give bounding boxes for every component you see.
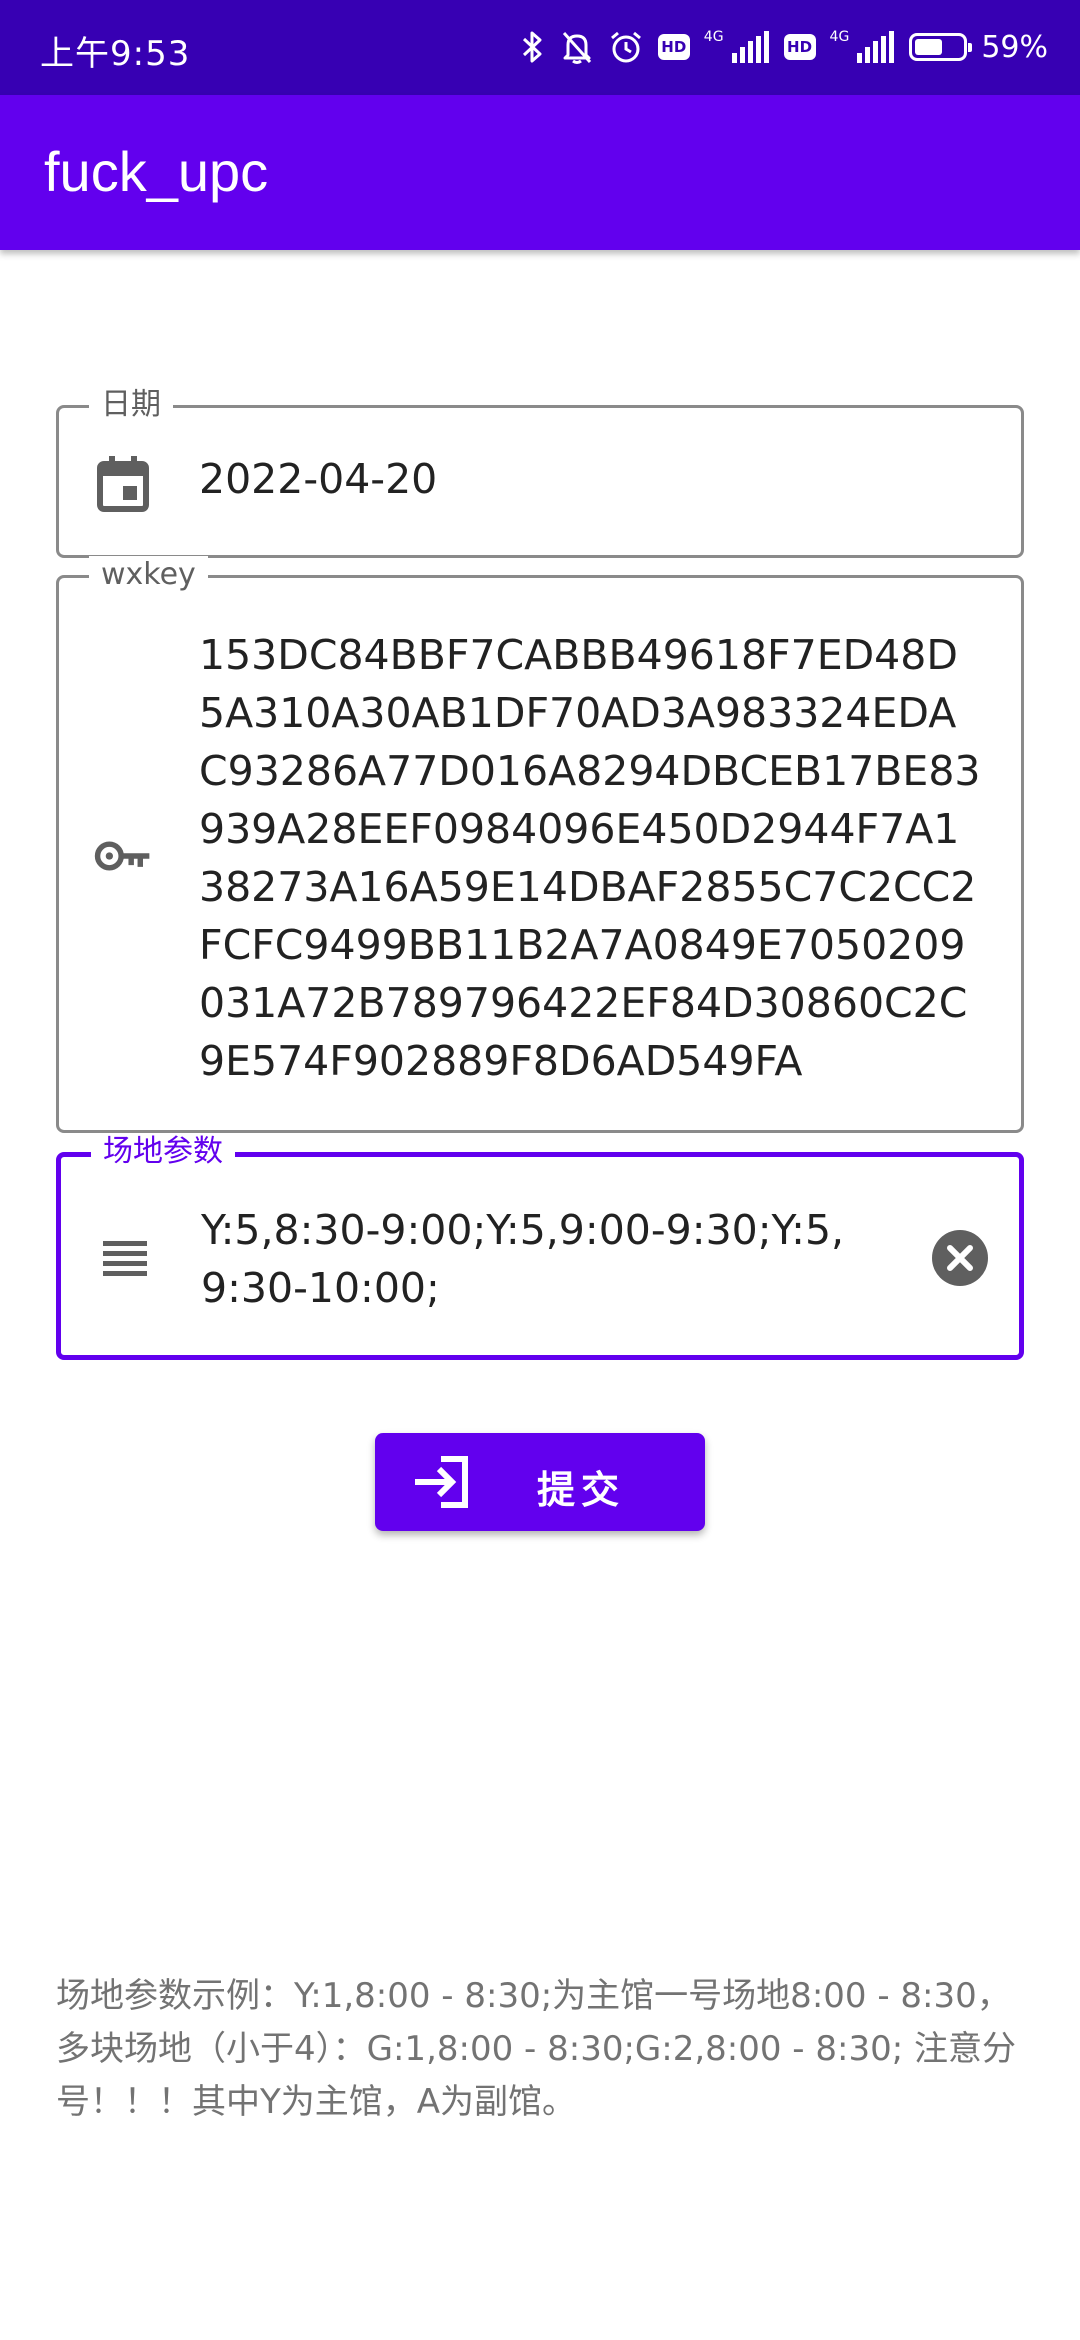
bluetooth-icon [520,29,546,65]
venue-field[interactable]: 场地参数 Y:5,8:30-9:00;Y:5,9:00-9:30;Y:5,9:3… [56,1133,1024,1360]
signal-icon [855,31,895,63]
wxkey-field-label: wxkey [89,556,208,594]
wxkey-input[interactable]: 153DC84BBF7CABBB49618F7ED48D5A310A30AB1D… [199,626,981,1090]
battery-fill [915,39,943,55]
hint-text: 场地参数示例：Y:1,8:00 - 8:30;为主馆一号场地8:00 - 8:3… [56,1976,1017,2122]
status-icons: HD 4G HD 4G 59% [520,22,1048,72]
venue-input[interactable]: Y:5,8:30-9:00;Y:5,9:00-9:30;Y:5,9:30-10:… [201,1201,879,1317]
battery-percent: 59% [981,29,1048,65]
submit-label: 提交 [537,1468,626,1512]
alarm-icon [608,29,644,65]
network-label: 4G [703,29,724,45]
app-title: fuck_upc [44,140,269,203]
date-input[interactable]: 2022-04-20 [199,450,981,508]
login-arrow-icon [411,1455,471,1513]
key-icon [93,826,153,886]
battery-icon [909,33,973,61]
calendar-icon [93,454,153,514]
mute-bell-icon [560,29,594,65]
app-bar: fuck_upc [0,95,1080,250]
list-icon [95,1229,155,1289]
hd-badge: HD [783,34,816,60]
network-label: 4G [829,29,850,45]
status-time: 上午9:53 [40,34,191,74]
hd-badge: HD [657,34,690,60]
venue-field-label: 场地参数 [91,1133,235,1171]
signal-icon [730,31,770,63]
status-bar: 上午9:53 HD 4G HD 4G 59% [0,0,1080,95]
clear-icon[interactable] [931,1229,989,1287]
date-field-label: 日期 [89,386,173,424]
wxkey-field[interactable]: wxkey 153DC84BBF7CABBB49618F7ED48D5A310A… [56,556,1024,1133]
submit-button[interactable]: 提交 [375,1433,705,1531]
date-field[interactable]: 日期 2022-04-20 [56,386,1024,558]
